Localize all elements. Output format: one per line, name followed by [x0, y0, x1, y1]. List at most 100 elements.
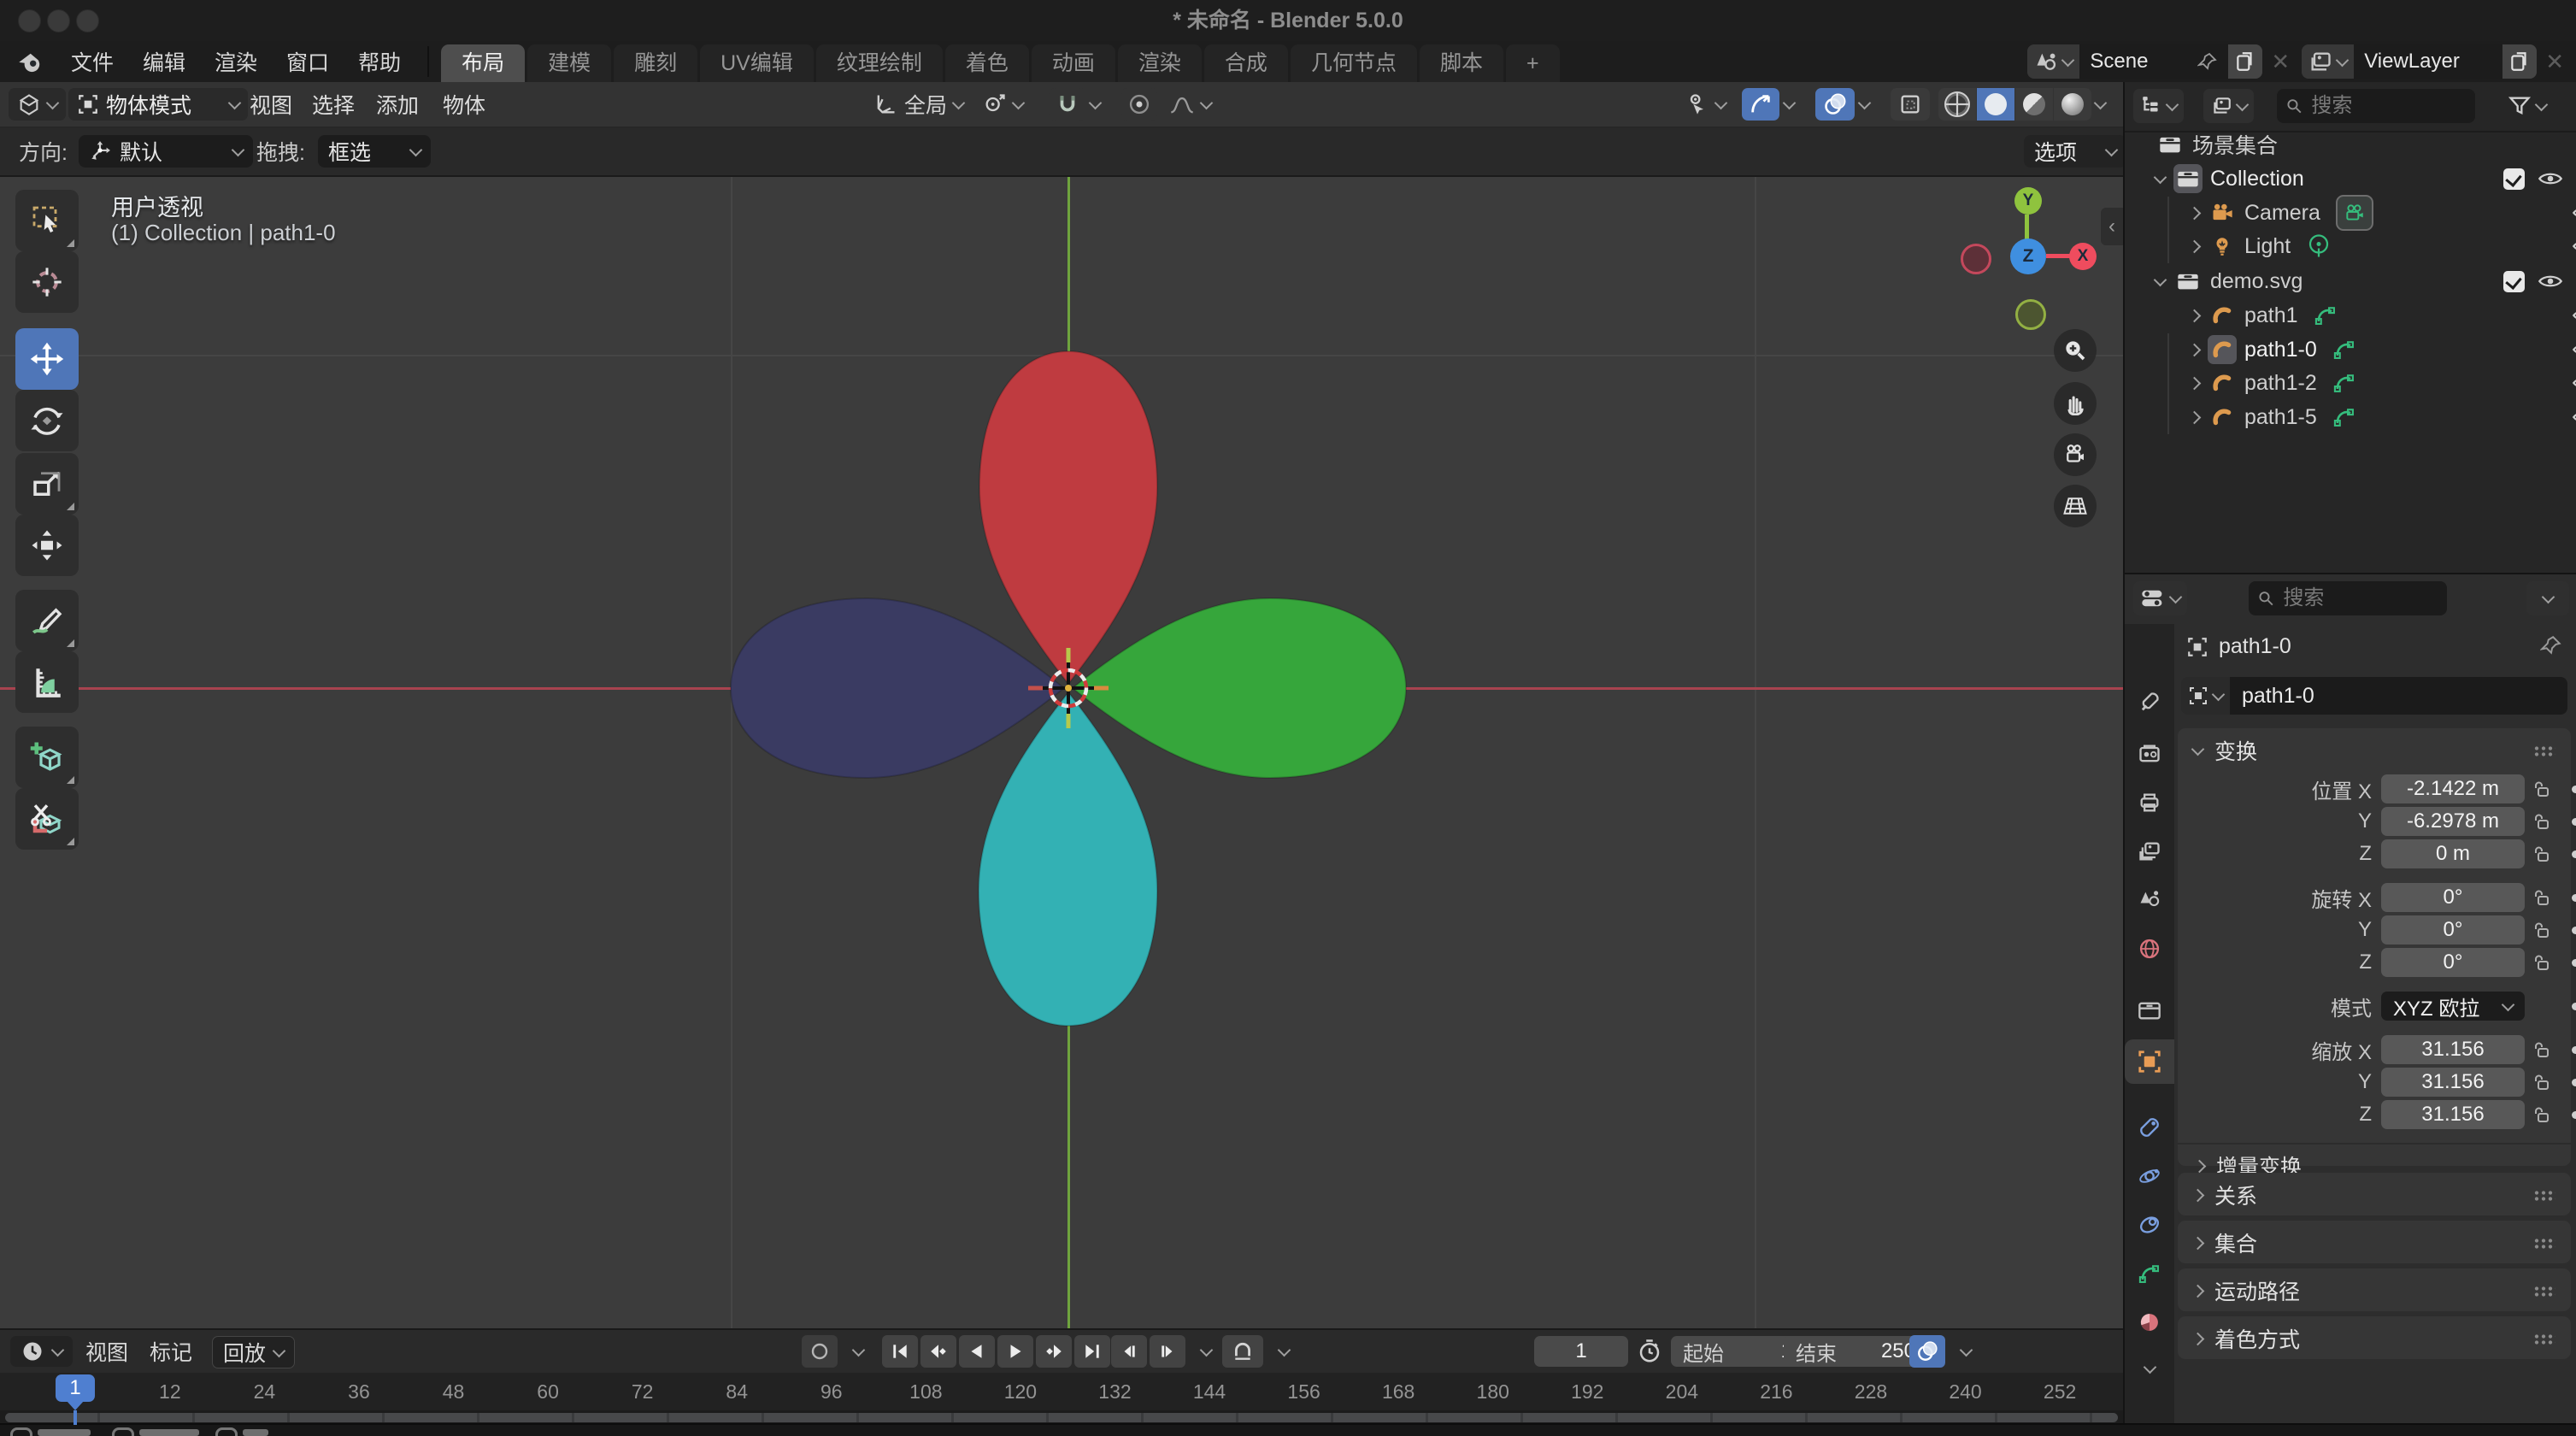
- workspace-tab[interactable]: 布局: [441, 44, 525, 82]
- gizmo-options-dropdown[interactable]: [1785, 82, 1794, 127]
- current-frame-field[interactable]: 1: [1534, 1336, 1628, 1367]
- animate-property-dot[interactable]: [2572, 850, 2576, 858]
- animate-property-dot[interactable]: [2572, 818, 2576, 826]
- gizmo-z-axis[interactable]: Z: [2010, 238, 2046, 274]
- outliner-row-path1-0[interactable]: path1-0: [2125, 333, 2576, 367]
- blender-logo-icon[interactable]: [15, 47, 44, 76]
- value-field[interactable]: 0 m: [2381, 839, 2525, 868]
- measure-tool[interactable]: [15, 651, 79, 713]
- timeline-ruler[interactable]: 1122436486072849610812013214415616818019…: [0, 1373, 2123, 1410]
- svg-flower-object[interactable]: [0, 177, 2123, 1328]
- snap-options-dropdown[interactable]: [1091, 82, 1100, 127]
- timeline-menu-view[interactable]: 视图: [85, 1330, 128, 1373]
- options-dropdown[interactable]: 选项: [2024, 135, 2126, 168]
- auto-key-options-dropdown[interactable]: [840, 1335, 876, 1368]
- panel-collections[interactable]: 集合: [2178, 1221, 2571, 1263]
- outliner-search-input[interactable]: [2309, 93, 2467, 119]
- loop-options-dropdown[interactable]: [1266, 1335, 1302, 1368]
- previous-keyframe-button[interactable]: [920, 1335, 956, 1368]
- tab-tool[interactable]: [2125, 680, 2174, 724]
- animate-property-dot[interactable]: [2572, 1079, 2576, 1086]
- shading-solid-button[interactable]: [1977, 88, 2014, 121]
- lock-icon[interactable]: [2525, 1073, 2561, 1092]
- drag-dropdown[interactable]: 框选: [318, 135, 431, 168]
- add-cube-tool[interactable]: [15, 727, 79, 788]
- light-data-icon[interactable]: [2306, 233, 2332, 259]
- tab-view-layer[interactable]: [2125, 829, 2174, 874]
- cut-tool[interactable]: [15, 788, 79, 850]
- next-keyframe-button[interactable]: [1036, 1335, 1072, 1368]
- outliner-row-demo-svg[interactable]: demo.svg: [2125, 264, 2576, 298]
- jump-to-start-button[interactable]: [882, 1335, 918, 1368]
- lock-icon[interactable]: [2525, 812, 2561, 831]
- proportional-falloff-dropdown[interactable]: [1161, 88, 1220, 121]
- workspace-tab[interactable]: +: [1506, 44, 1560, 82]
- rotate-tool[interactable]: [15, 390, 79, 451]
- workspace-tab[interactable]: 着色: [945, 44, 1029, 82]
- panel-motion-paths[interactable]: 运动路径: [2178, 1268, 2571, 1311]
- playhead[interactable]: 1: [56, 1374, 95, 1402]
- expand-icon[interactable]: [2188, 410, 2202, 424]
- 3d-viewport[interactable]: 用户透视 (1) Collection | path1-0: [0, 177, 2123, 1328]
- lock-icon[interactable]: [2525, 888, 2561, 907]
- camera-view-button[interactable]: [2054, 433, 2097, 476]
- loop-playback-toggle[interactable]: [1222, 1335, 1263, 1368]
- lock-icon[interactable]: [2525, 1040, 2561, 1059]
- hide-eye-icon[interactable]: [2573, 306, 2576, 325]
- pivot-point-dropdown[interactable]: [974, 88, 1032, 121]
- workspace-tab[interactable]: 雕刻: [614, 44, 697, 82]
- timeline-editor-type-button[interactable]: [10, 1336, 73, 1367]
- frame-step-options-dropdown[interactable]: [1188, 1335, 1224, 1368]
- workspace-tab[interactable]: 动画: [1032, 44, 1115, 82]
- value-field[interactable]: 0°: [2381, 948, 2525, 977]
- timeline-overlay-toggle[interactable]: [1909, 1335, 1945, 1368]
- tab-scene[interactable]: [2125, 878, 2174, 922]
- show-gizmo-dropdown[interactable]: [1677, 88, 1734, 121]
- timeline-menu-marker[interactable]: 标记: [150, 1330, 192, 1373]
- expand-icon[interactable]: [2154, 170, 2167, 184]
- overlays-options-dropdown[interactable]: [1860, 82, 1869, 127]
- animate-property-dot[interactable]: [2572, 1111, 2576, 1119]
- collection-checkbox[interactable]: [2503, 168, 2525, 190]
- hide-eye-icon[interactable]: [2538, 272, 2562, 291]
- shading-material-button[interactable]: [2015, 88, 2053, 121]
- mode-dropdown[interactable]: 物体模式: [68, 88, 248, 121]
- menubar-menu[interactable]: 文件: [56, 46, 128, 77]
- workspace-tab[interactable]: 建模: [527, 44, 611, 82]
- cursor-tool[interactable]: [15, 251, 79, 313]
- new-scene-button[interactable]: [2228, 44, 2262, 79]
- step-forward-button[interactable]: [1150, 1335, 1185, 1368]
- animate-property-dot[interactable]: [2572, 894, 2576, 902]
- object-name-field[interactable]: path1-0: [2181, 677, 2567, 715]
- value-field[interactable]: 31.156: [2381, 1068, 2525, 1097]
- properties-search-input[interactable]: [2281, 586, 2438, 611]
- expand-icon[interactable]: [2188, 376, 2202, 390]
- gizmo-y-axis[interactable]: Y: [2014, 187, 2042, 215]
- value-field[interactable]: -2.1422 m: [2381, 774, 2525, 803]
- gizmo-x-axis[interactable]: X: [2069, 243, 2097, 270]
- value-field[interactable]: 0°: [2381, 883, 2525, 912]
- value-field[interactable]: 31.156: [2381, 1035, 2525, 1064]
- workspace-tab[interactable]: 纹理绘制: [816, 44, 943, 82]
- remove-viewlayer-button[interactable]: ✕: [2545, 49, 2564, 75]
- snap-toggle[interactable]: [1050, 88, 1085, 121]
- viewlayer-selector[interactable]: ViewLayer: [2302, 44, 2537, 79]
- menubar-menu[interactable]: 编辑: [128, 46, 200, 77]
- panel-viewport-display[interactable]: 着色方式: [2178, 1316, 2571, 1359]
- hide-eye-icon[interactable]: [2573, 408, 2576, 427]
- camera-data-icon[interactable]: [2336, 195, 2373, 231]
- perspective-toggle-button[interactable]: [2054, 485, 2097, 527]
- menubar-menu[interactable]: 帮助: [344, 46, 415, 77]
- workspace-tab[interactable]: 脚本: [1420, 44, 1503, 82]
- value-field[interactable]: XYZ 欧拉: [2381, 992, 2525, 1021]
- animate-property-dot[interactable]: [2572, 1003, 2576, 1010]
- viewport-menu-object[interactable]: 物体: [443, 82, 485, 127]
- animate-property-dot[interactable]: [2572, 959, 2576, 967]
- lock-icon[interactable]: [2525, 953, 2561, 972]
- animate-property-dot[interactable]: [2572, 927, 2576, 934]
- curve-data-icon[interactable]: [2332, 405, 2356, 429]
- lock-icon[interactable]: [2525, 780, 2561, 798]
- value-field[interactable]: 31.156: [2381, 1100, 2525, 1129]
- outliner-display-mode-dropdown[interactable]: [2203, 89, 2254, 123]
- properties-search[interactable]: [2249, 581, 2447, 615]
